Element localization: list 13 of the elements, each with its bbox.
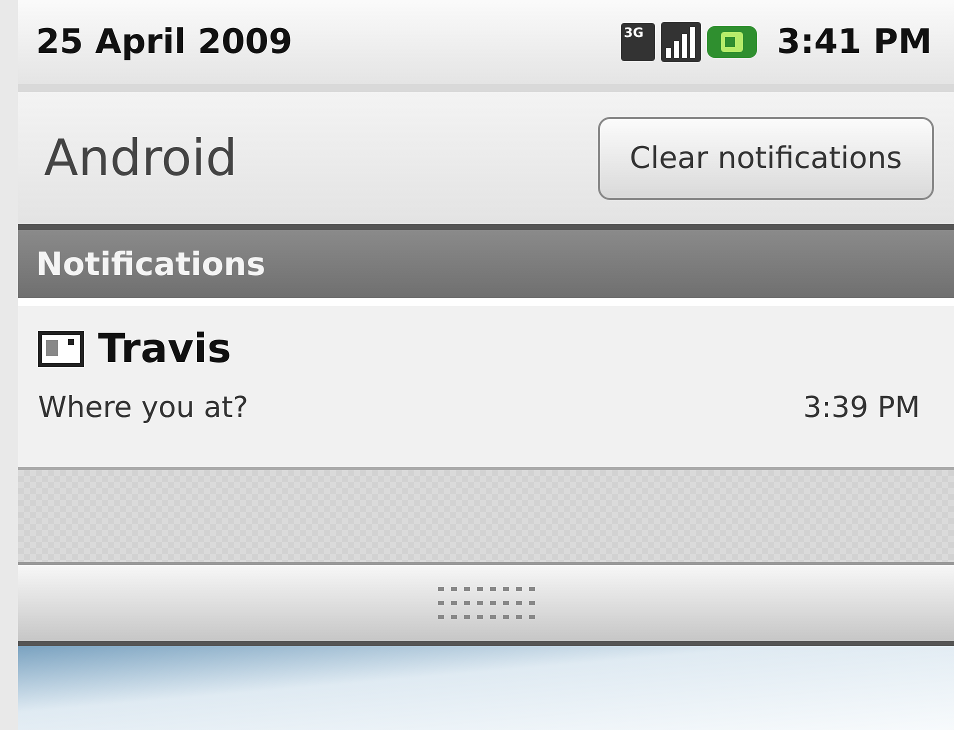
message-icon	[38, 331, 84, 367]
status-date: 25 April 2009	[36, 22, 294, 62]
network-type-icon: 3G	[620, 23, 655, 61]
carrier-title: Android	[44, 129, 238, 187]
notification-item[interactable]: Travis Where you at? 3:39 PM	[18, 298, 954, 470]
signal-icon	[660, 22, 701, 62]
status-time: 3:41 PM	[776, 22, 932, 62]
section-title: Notifications	[36, 245, 266, 283]
notification-time: 3:39 PM	[803, 390, 920, 424]
clear-notifications-button[interactable]: Clear notifications	[598, 116, 934, 200]
notification-title: Travis	[98, 326, 232, 372]
drawer-handle[interactable]	[18, 565, 954, 646]
notification-message: Where you at?	[38, 390, 248, 424]
